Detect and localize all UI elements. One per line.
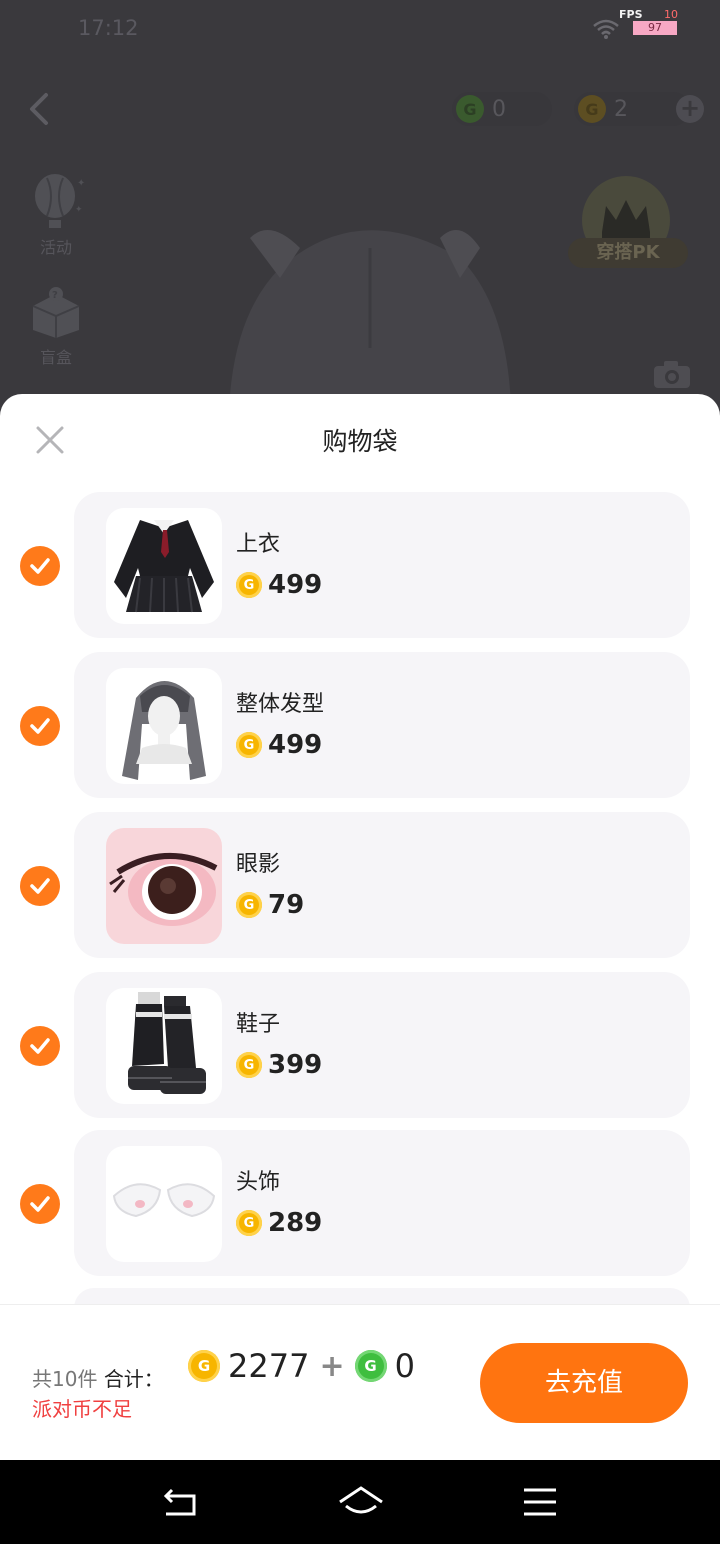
balloon-icon: ✦ ✦	[35, 174, 85, 228]
svg-text:?: ?	[52, 290, 58, 301]
checkbox-checked[interactable]	[20, 1184, 60, 1224]
eyeshadow-image	[109, 852, 218, 926]
fps-label: FPS	[619, 8, 643, 21]
sheet-title: 购物袋	[322, 427, 398, 456]
status-indicators: FPS 10 97	[592, 8, 692, 42]
green-total: 0	[394, 1347, 415, 1385]
item-card: 头饰 G 289	[74, 1130, 690, 1276]
gold-g-coin-icon: G	[578, 95, 606, 123]
back-chevron-icon[interactable]	[26, 92, 52, 126]
side-menu-activity-label: 活动	[39, 238, 72, 257]
item-price: G 399	[236, 1050, 322, 1080]
side-menu-blind-box[interactable]: ? 盲盒	[22, 282, 90, 368]
item-name: 眼影	[236, 852, 281, 877]
check-icon	[30, 558, 50, 574]
item-name: 整体发型	[236, 692, 325, 717]
shopping-bag-sheet: 购物袋 上衣 G 499 整体发型 G 499 眼影 G 79 鞋子 G 399…	[0, 394, 720, 1460]
item-thumbnail	[106, 828, 222, 944]
gold-g-coin-icon: G	[236, 732, 262, 758]
total-price: G 2277 + G 0	[188, 1347, 415, 1385]
list-item[interactable]: 眼影 G 79	[0, 812, 720, 960]
gold-g-coin-icon: G	[188, 1350, 220, 1382]
fps-value: 10	[664, 8, 678, 21]
gold-currency-value: 2	[614, 96, 628, 122]
checkbox-checked[interactable]	[20, 1026, 60, 1066]
recharge-button[interactable]: 去充值	[480, 1343, 688, 1423]
svg-text:✦: ✦	[77, 178, 85, 189]
check-icon	[30, 1038, 50, 1054]
outfit-pk-badge[interactable]: 穿搭PK	[566, 176, 688, 272]
side-menu-activity[interactable]: ✦ ✦ 活动	[22, 172, 90, 258]
checkbox-checked[interactable]	[20, 546, 60, 586]
camera-icon[interactable]	[652, 358, 692, 390]
gold-g-coin-icon: G	[236, 1210, 262, 1236]
item-card: 鞋子 G 399	[74, 972, 690, 1118]
shoes-image	[128, 992, 206, 1094]
jacket-skirt-image	[114, 520, 214, 613]
recent-apps-icon[interactable]	[520, 1482, 560, 1522]
item-thumbnail	[106, 1146, 222, 1262]
add-currency-button[interactable]: +	[676, 95, 704, 123]
item-price: G 499	[236, 570, 322, 600]
home-icon[interactable]	[338, 1482, 384, 1522]
item-thumbnail	[106, 508, 222, 624]
checkout-footer: 共10件 合计： 派对币不足 G 2277 + G 0 去充值	[0, 1304, 720, 1460]
item-price: G 499	[236, 730, 322, 760]
check-icon	[30, 1196, 50, 1212]
checkbox-checked[interactable]	[20, 706, 60, 746]
green-currency-value: 0	[492, 96, 506, 122]
gold-g-coin-icon: G	[236, 892, 262, 918]
item-thumbnail	[106, 988, 222, 1104]
gold-total: 2277	[228, 1347, 310, 1385]
insufficient-coins-warning: 派对币不足	[32, 1397, 132, 1421]
list-item[interactable]: 上衣 G 499	[0, 492, 720, 640]
item-count-value: 共10件	[32, 1367, 98, 1391]
green-currency-display: G 0	[452, 92, 552, 126]
status-time: 17:12	[78, 16, 139, 40]
item-price: G 289	[236, 1208, 322, 1238]
green-g-coin-icon: G	[354, 1350, 387, 1382]
pk-label: 穿搭PK	[568, 238, 688, 268]
price-value: 499	[268, 730, 323, 760]
back-icon[interactable]	[160, 1482, 200, 1522]
item-card: 眼影 G 79	[74, 812, 690, 958]
wifi-icon	[593, 19, 619, 39]
price-value: 289	[268, 1208, 323, 1238]
item-name: 头饰	[236, 1170, 281, 1195]
list-item[interactable]: 鞋子 G 399	[0, 972, 720, 1120]
game-scene-background: 17:12 FPS 10 97 G 0 G 2 + ✦ ✦ 活动 ? 盲盒 穿搭…	[0, 0, 720, 400]
gold-g-coin-icon: G	[236, 572, 262, 598]
fps-box: 97	[633, 21, 677, 35]
gold-currency-display: G 2	[574, 92, 690, 126]
item-name: 鞋子	[236, 1012, 281, 1037]
item-name: 上衣	[236, 532, 281, 557]
price-value: 399	[268, 1050, 323, 1080]
check-icon	[30, 878, 50, 894]
cat-ears-image	[112, 1183, 216, 1218]
price-value: 499	[268, 570, 323, 600]
item-card: 整体发型 G 499	[74, 652, 690, 798]
item-price: G 79	[236, 890, 304, 920]
side-menu-blind-box-label: 盲盒	[39, 348, 72, 367]
checkbox-checked[interactable]	[20, 866, 60, 906]
svg-text:✦: ✦	[75, 205, 83, 215]
gold-g-coin-icon: G	[236, 1052, 262, 1078]
green-g-coin-icon: G	[456, 95, 484, 123]
price-value: 79	[268, 890, 305, 920]
hairstyle-image	[122, 681, 206, 780]
item-card: 上衣 G 499	[74, 492, 690, 638]
plus-sign: +	[319, 1348, 345, 1384]
item-thumbnail	[106, 668, 222, 784]
check-icon	[30, 718, 50, 734]
item-count: 共10件 合计：	[32, 1363, 164, 1392]
character-hair-silhouette	[229, 230, 511, 400]
list-item[interactable]: 整体发型 G 499	[0, 652, 720, 800]
blind-box-icon: ?	[32, 287, 80, 338]
list-item[interactable]: 头饰 G 289	[0, 1130, 720, 1278]
system-navigation-bar	[0, 1460, 720, 1544]
total-label: 合计：	[103, 1367, 164, 1391]
